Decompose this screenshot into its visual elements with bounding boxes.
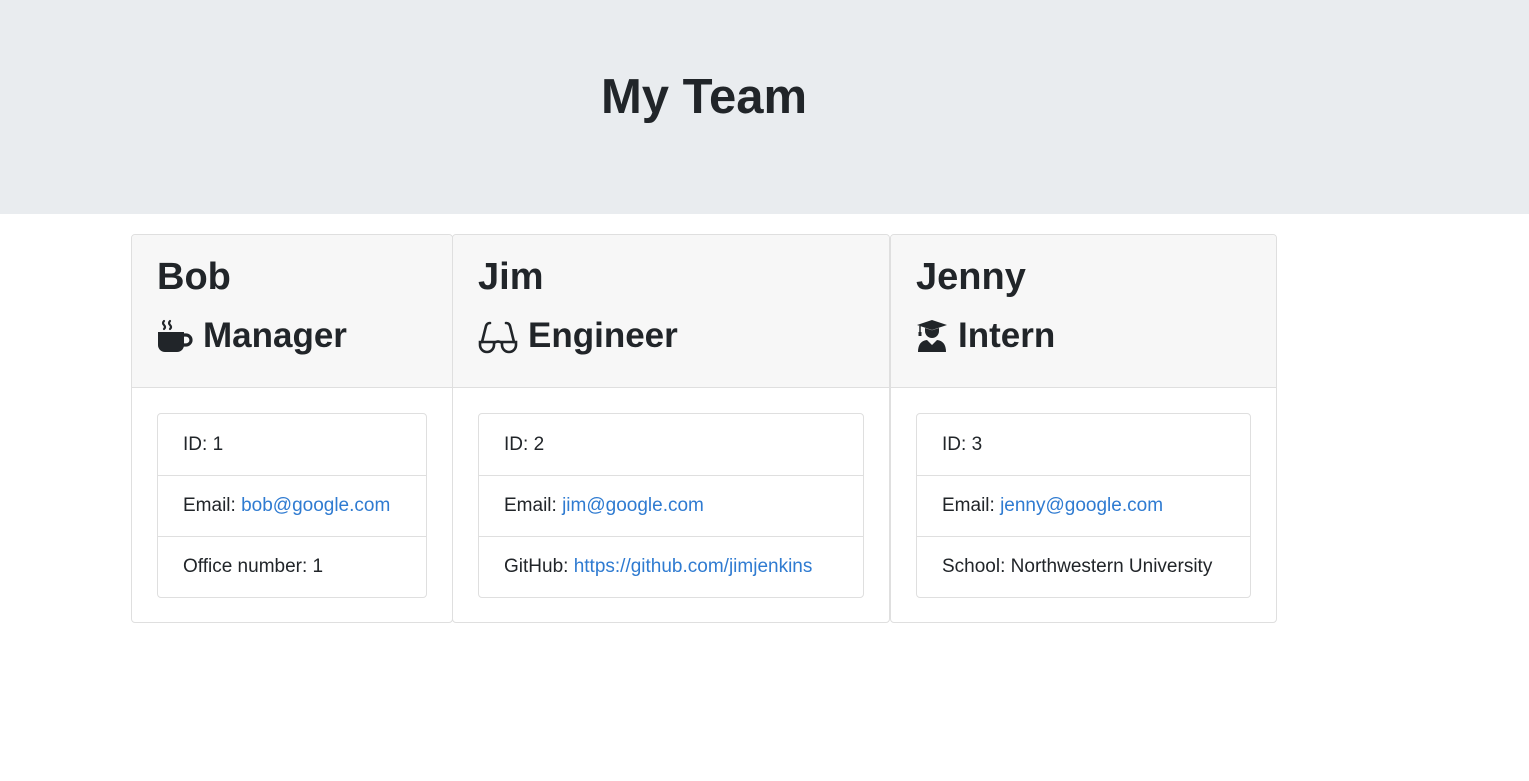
list-item-email: Email: jim@google.com (479, 475, 863, 536)
coffee-mug-icon (157, 318, 193, 354)
email-label: Email: (504, 495, 557, 516)
email-link[interactable]: jenny@google.com (1000, 495, 1163, 517)
employee-info-list: ID: 1 Email: bob@google.com Office numbe… (157, 413, 427, 598)
employee-role: Engineer (478, 314, 864, 358)
card-header: Bob Manager (132, 235, 452, 388)
employee-name: Jim (478, 256, 544, 298)
list-item-id: ID: 3 (917, 414, 1250, 475)
id-value: 2 (533, 433, 545, 455)
id-value: 1 (212, 433, 224, 455)
list-item-id: ID: 2 (479, 414, 863, 475)
id-label: ID: (183, 433, 208, 455)
list-item-office-number: Office number: 1 (158, 536, 426, 597)
employee-card-engineer: Jim Engineer ID: 2 Email: jim@google.com (452, 234, 890, 623)
id-label: ID: (942, 433, 967, 455)
employee-name: Bob (157, 256, 231, 298)
list-item-id: ID: 1 (158, 414, 426, 475)
list-item-github: GitHub: https://github.com/jimjenkins (479, 536, 863, 597)
email-label: Email: (183, 495, 236, 516)
list-item-school: School: Northwestern University (917, 536, 1250, 597)
school-value: Northwestern University (1010, 556, 1213, 577)
list-item-email: Email: bob@google.com (158, 475, 426, 536)
employee-role: Manager (157, 314, 427, 358)
employee-role: Intern (916, 314, 1251, 358)
card-body: ID: 1 Email: bob@google.com Office numbe… (132, 388, 452, 598)
employee-info-list: ID: 2 Email: jim@google.com GitHub: http… (478, 413, 864, 598)
card-header: Jim Engineer (453, 235, 889, 388)
id-label: ID: (504, 433, 529, 455)
school-label: School: (942, 556, 1006, 577)
employee-card-manager: Bob Manager ID: 1 Email: bob@google.com (131, 234, 453, 623)
office-number-value: 1 (312, 556, 324, 577)
email-label: Email: (942, 495, 995, 516)
card-body: ID: 3 Email: jenny@google.com School: No… (891, 388, 1276, 598)
graduate-icon (916, 318, 948, 354)
employee-role-label: Intern (958, 316, 1056, 355)
github-label: GitHub: (504, 556, 569, 577)
employee-role-label: Engineer (528, 316, 678, 355)
email-link[interactable]: bob@google.com (241, 495, 390, 517)
office-number-label: Office number: (183, 556, 308, 577)
id-value: 3 (971, 433, 983, 455)
employee-name: Jenny (916, 256, 1026, 298)
employee-info-list: ID: 3 Email: jenny@google.com School: No… (916, 413, 1251, 598)
card-header: Jenny Intern (891, 235, 1276, 388)
header-banner: My Team (0, 0, 1529, 214)
glasses-icon (478, 318, 518, 354)
email-link[interactable]: jim@google.com (562, 495, 704, 517)
employee-card-intern: Jenny Intern ID: 3 Email: jenny@google.c… (890, 234, 1277, 623)
card-body: ID: 2 Email: jim@google.com GitHub: http… (453, 388, 889, 598)
employee-role-label: Manager (203, 316, 347, 355)
github-link[interactable]: https://github.com/jimjenkins (574, 556, 813, 578)
page-title: My Team (600, 70, 808, 124)
list-item-email: Email: jenny@google.com (917, 475, 1250, 536)
